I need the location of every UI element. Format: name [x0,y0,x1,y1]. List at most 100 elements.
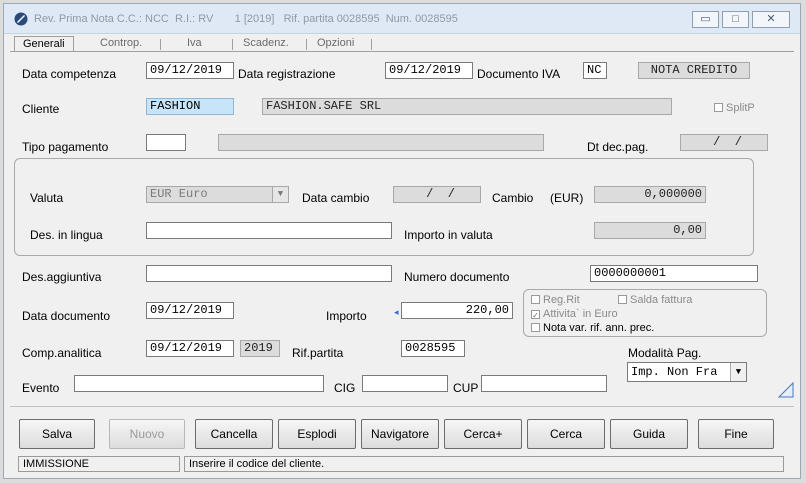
navigatore-button[interactable]: Navigatore [361,419,439,449]
tab-opzioni[interactable]: Opzioni [317,37,354,52]
des-aggiuntiva-label: Des.aggiuntiva [22,270,102,284]
checkbox-box [618,295,627,304]
checkbox-box [531,323,540,332]
salda-fattura-checkbox[interactable]: Salda fattura [618,294,692,306]
documento-iva-code-field[interactable]: NC [583,62,607,79]
maximize-icon: □ [732,13,739,25]
cup-label: CUP [453,381,479,395]
minimize-button[interactable]: ▭ [692,11,719,28]
resize-corner-icon[interactable] [778,382,794,398]
close-icon: ✕ [766,13,776,25]
esplodi-button[interactable]: Esplodi [278,419,356,449]
salda-fattura-checkbox-label: Salda fattura [630,294,693,306]
cambio-field: 0,000000 [594,186,706,203]
rif-partita-label: Rif.partita [292,346,344,360]
cliente-label: Cliente [22,102,60,116]
data-registrazione-label: Data registrazione [238,67,336,81]
reg-rit-checkbox-label: Reg.Rit [543,294,580,306]
comp-anno-field: 2019 [240,340,280,357]
tab-generali[interactable]: Generali [14,36,74,52]
chevron-down-icon: ▼ [272,187,288,202]
attivita-euro-checkbox-label: Attivita` in Euro [543,308,618,320]
importo-valuta-label: Importo in valuta [404,228,493,242]
dt-dec-pag-field: / / [680,134,768,151]
data-registrazione-field[interactable]: 09/12/2019 [385,62,473,79]
status-mode: IMMISSIONE [18,456,180,472]
tab-controp[interactable]: Controp. [100,37,142,52]
des-lingua-label: Des. in lingua [30,228,103,242]
tipo-pagamento-label: Tipo pagamento [22,140,109,154]
des-lingua-field[interactable] [146,222,392,239]
checkmark-icon: ✓ [531,310,540,320]
documento-iva-label: Documento IVA [477,67,561,81]
tipo-pagamento-code-field[interactable] [146,134,186,151]
documento-iva-desc-field: NOTA CREDITO [638,62,750,79]
nota-var-checkbox[interactable]: Nota var. rif. ann. prec. [531,322,654,334]
des-aggiuntiva-field[interactable] [146,265,392,282]
tab-separator [306,39,307,50]
data-cambio-label: Data cambio [302,191,370,205]
evento-field[interactable] [74,375,324,392]
comp-analitica-field[interactable]: 09/12/2019 [146,340,234,357]
arrow-left-icon: ◂ [394,307,399,317]
salva-button[interactable]: Salva [19,419,95,449]
data-documento-field[interactable]: 09/12/2019 [146,302,234,319]
data-cambio-field: / / [393,186,481,203]
attivita-euro-checkbox[interactable]: ✓ Attivita` in Euro [531,308,618,320]
fine-button[interactable]: Fine [698,419,774,449]
importo-label: Importo [326,309,367,323]
splitp-checkbox[interactable]: SplitP [714,102,755,114]
checkbox-box [714,103,723,112]
rif-partita-field[interactable]: 0028595 [401,340,465,357]
valuta-select[interactable]: EUR Euro ▼ [146,186,289,203]
chevron-down-icon: ▼ [730,363,746,381]
evento-label: Evento [22,381,60,395]
status-message: Inserire il codice del cliente. [184,456,784,472]
maximize-button[interactable]: □ [722,11,749,28]
tab-separator [371,39,372,50]
app-logo-icon [14,12,28,26]
tab-bar: Generali Controp. Iva Scadenz. Opzioni [4,34,800,52]
nota-var-checkbox-label: Nota var. rif. ann. prec. [543,322,655,334]
modalita-pag-select[interactable]: Imp. Non Fra ▼ [627,362,747,382]
cig-label: CIG [334,381,356,395]
cambio-unit-label: (EUR) [550,191,584,205]
splitp-checkbox-label: SplitP [726,102,755,114]
data-competenza-field[interactable]: 09/12/2019 [146,62,234,79]
cliente-name-field: FASHION.SAFE SRL [262,98,672,115]
valuta-select-value: EUR Euro [150,187,208,201]
data-documento-label: Data documento [22,309,111,323]
numero-documento-field[interactable]: 0000000001 [590,265,758,282]
modalita-pag-select-value: Imp. Non Fra [631,365,718,379]
cambio-label: Cambio [492,191,534,205]
dt-dec-pag-label: Dt dec.pag. [587,140,649,154]
valuta-group [14,158,754,256]
tab-scadenz[interactable]: Scadenz. [243,37,289,52]
cliente-code-field[interactable]: FASHION [146,98,234,115]
importo-valuta-field: 0,00 [594,222,706,239]
tab-separator [160,39,161,50]
tab-iva[interactable]: Iva [187,37,202,52]
data-competenza-label: Data competenza [22,67,117,81]
close-button[interactable]: ✕ [752,11,790,28]
title-bar[interactable]: Rev. Prima Nota C.C.: NCC R.I.: RV 1 [20… [4,4,800,34]
tab-separator [232,39,233,50]
reg-rit-checkbox[interactable]: Reg.Rit [531,294,580,306]
cerca-plus-button[interactable]: Cerca+ [444,419,522,449]
modalita-pag-label: Modalità Pag. [628,346,702,360]
minimize-icon: ▭ [700,13,711,25]
comp-analitica-label: Comp.analitica [22,346,102,360]
nuovo-button[interactable]: Nuovo [109,419,185,449]
cerca-button[interactable]: Cerca [527,419,605,449]
tipo-pagamento-desc-field [218,134,544,151]
window-title: Rev. Prima Nota C.C.: NCC R.I.: RV 1 [20… [34,13,458,25]
main-window: Rev. Prima Nota C.C.: NCC R.I.: RV 1 [20… [3,3,801,479]
cup-field[interactable] [481,375,607,392]
guida-button[interactable]: Guida [610,419,688,449]
checkbox-box [531,295,540,304]
numero-documento-label: Numero documento [404,270,510,284]
tab-divider [10,51,794,52]
cancella-button[interactable]: Cancella [195,419,273,449]
importo-field[interactable]: 220,00 [401,302,513,319]
cig-field[interactable] [362,375,448,392]
